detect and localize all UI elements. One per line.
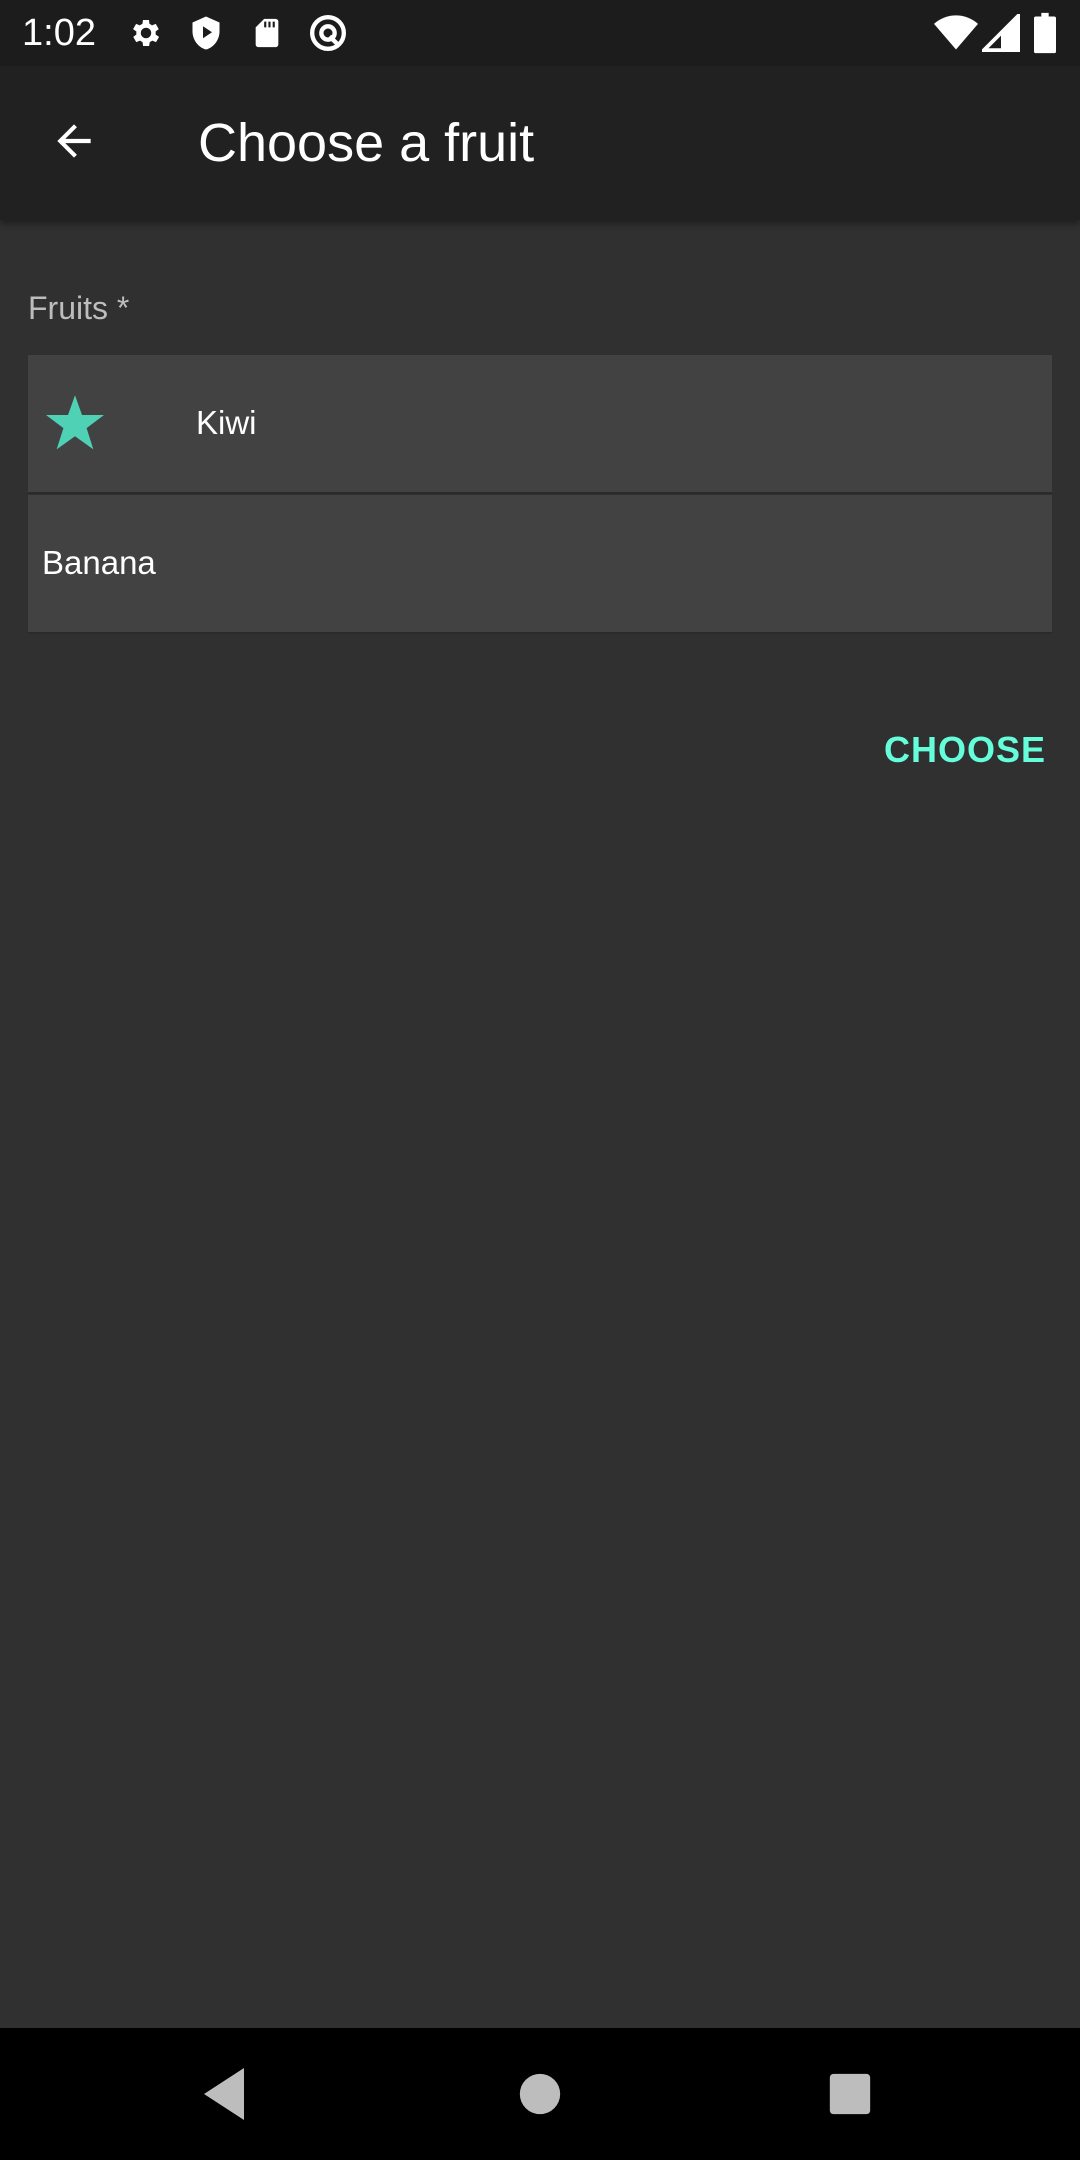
list-item-label: Kiwi	[196, 404, 257, 441]
app-bar: Choose a fruit	[0, 66, 1080, 220]
page-title: Choose a fruit	[198, 113, 535, 173]
battery-icon	[1034, 12, 1056, 59]
navigation-bar	[0, 2028, 1080, 2160]
fruit-list: Kiwi Banana	[28, 355, 1052, 634]
list-item-kiwi[interactable]: Kiwi	[28, 355, 1052, 494]
fruits-label: Fruits *	[28, 290, 130, 326]
sd-card-icon	[250, 13, 284, 58]
star-icon	[46, 395, 104, 451]
back-button[interactable]	[38, 107, 110, 179]
list-item-label: Banana	[42, 544, 156, 581]
status-bar: 1:02	[0, 0, 1080, 66]
at-sign-icon	[308, 13, 348, 58]
status-time: 1:02	[22, 12, 96, 54]
choose-button[interactable]: CHOOSE	[868, 718, 1062, 782]
list-item-banana[interactable]: Banana	[28, 495, 1052, 634]
nav-recents-icon[interactable]	[828, 2072, 872, 2121]
nav-back-icon[interactable]	[200, 2066, 248, 2127]
signal-icon	[979, 11, 1020, 57]
gear-icon	[128, 13, 164, 58]
arrow-back-icon	[49, 116, 99, 171]
shield-play-icon	[188, 13, 224, 58]
nav-home-icon[interactable]	[518, 2072, 562, 2121]
wifi-icon	[934, 14, 978, 57]
